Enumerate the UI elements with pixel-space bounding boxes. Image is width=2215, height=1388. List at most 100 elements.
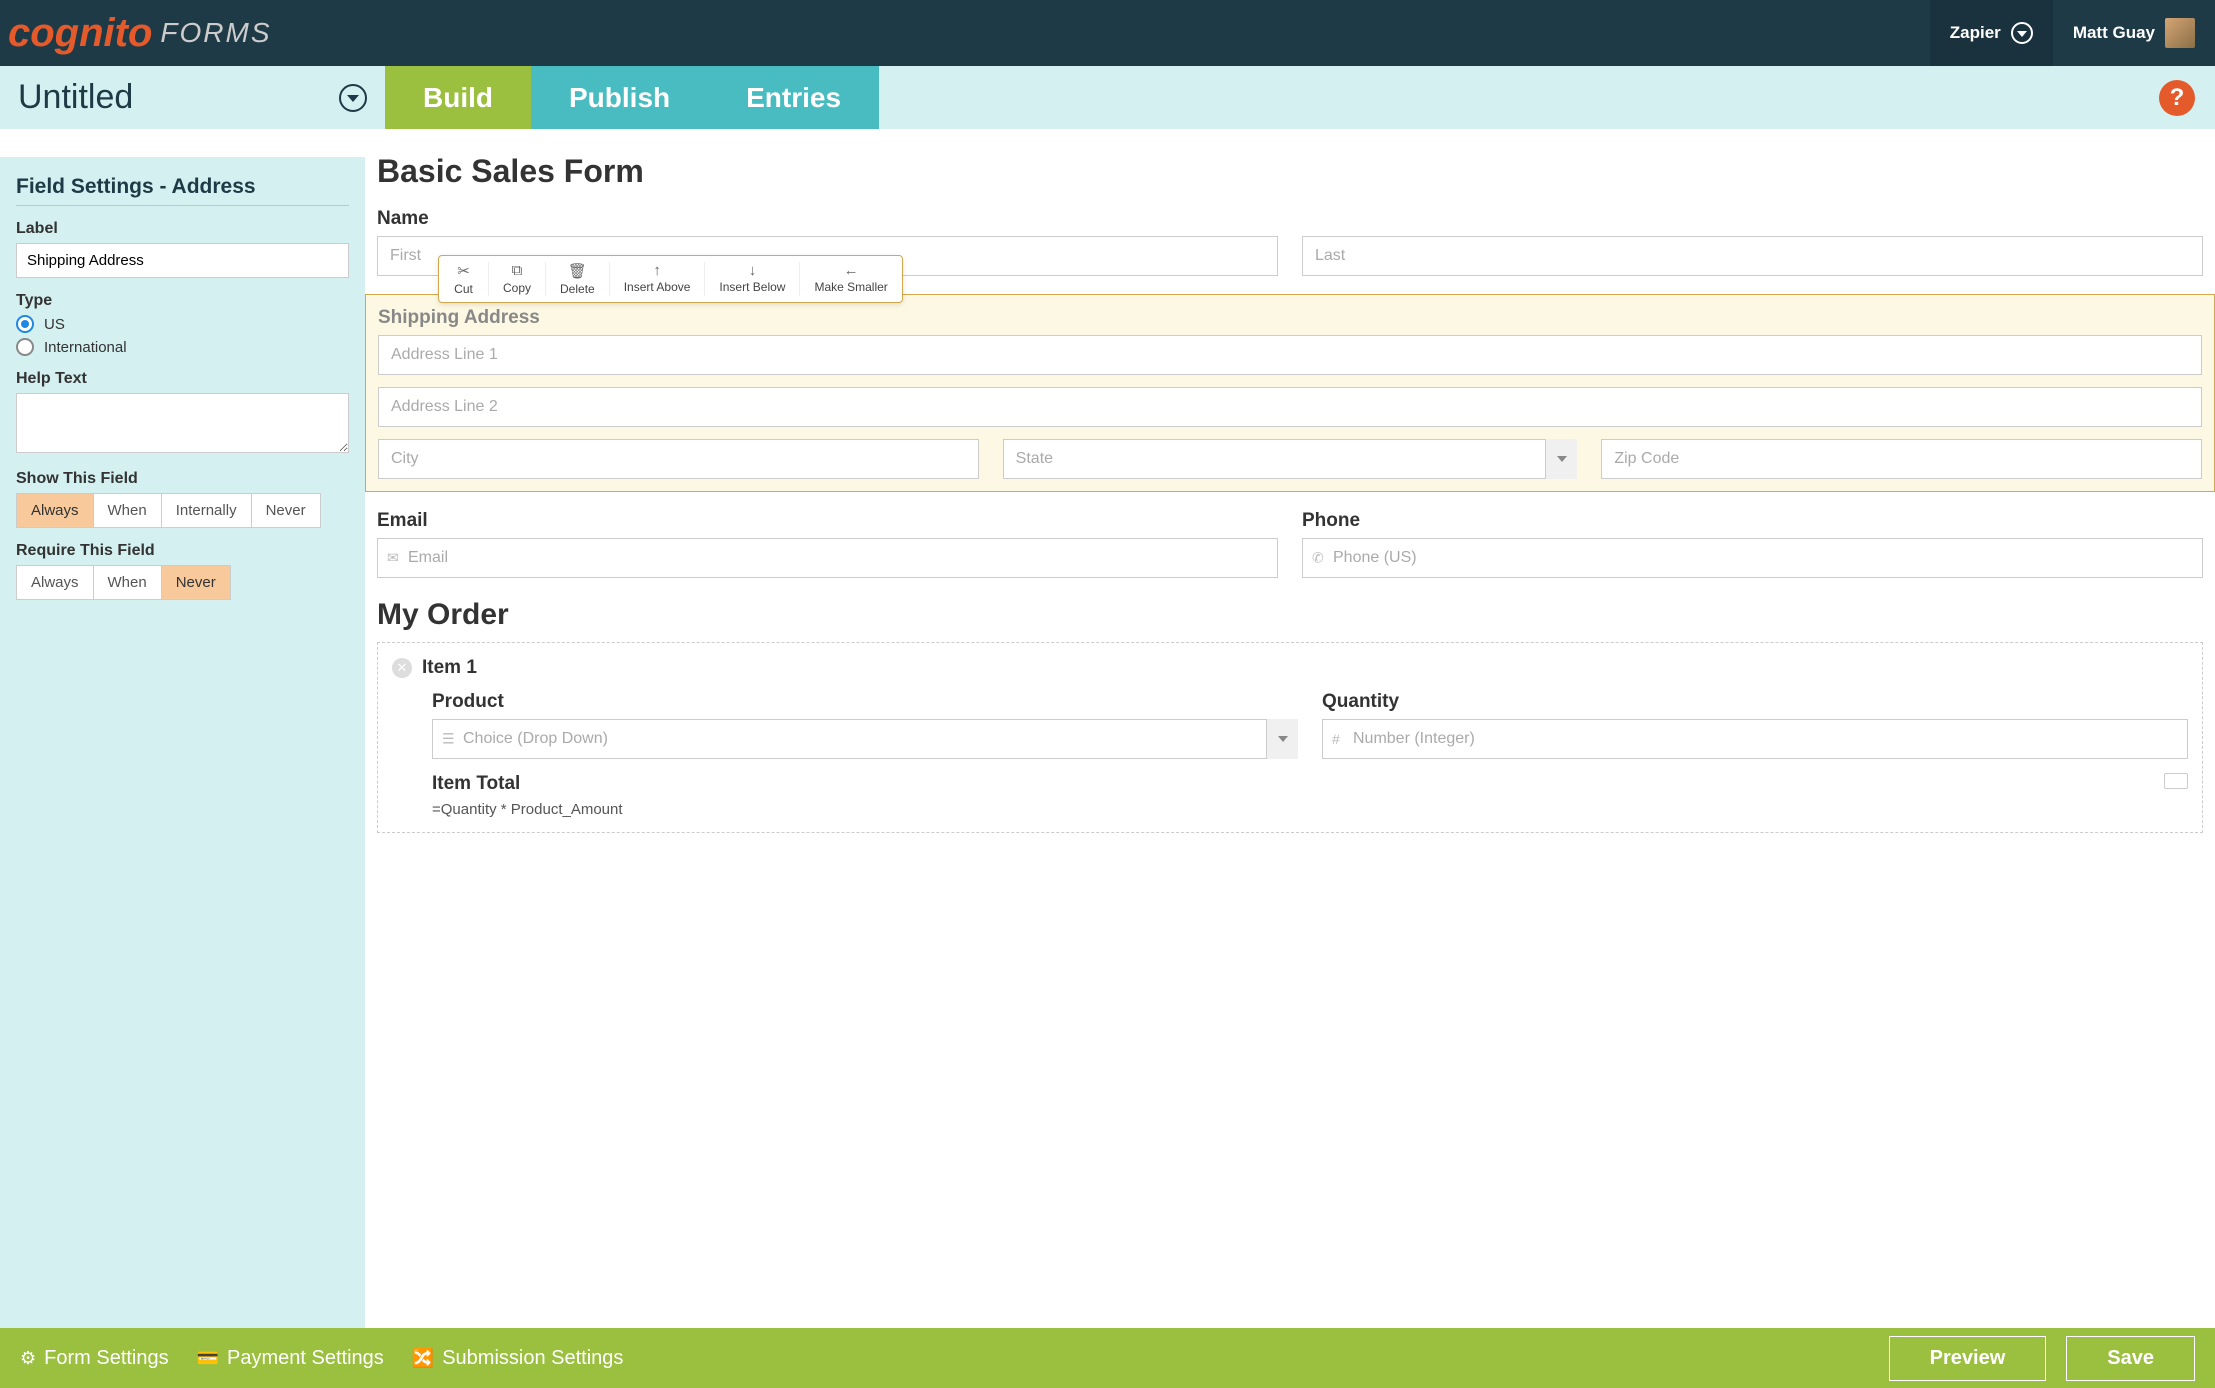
card-icon: 💳 [197,1348,219,1369]
require-field-heading: Require This Field [16,542,349,560]
require-never[interactable]: Never [162,565,231,600]
require-when[interactable]: When [94,565,162,600]
save-button[interactable]: Save [2066,1336,2195,1381]
ctx-make-smaller[interactable]: ←Make Smaller [800,262,901,296]
item-total-label: Item Total [432,773,623,795]
phone-icon: ✆ [1312,550,1324,567]
sidebar-title: Field Settings - Address [16,175,349,206]
phone-label: Phone [1302,510,2203,532]
radio-international[interactable]: International [16,338,349,356]
user-menu[interactable]: Matt Guay [2053,0,2215,66]
radio-us[interactable]: US [16,315,349,333]
form-title-area: Untitled [0,78,385,117]
logo-cognito: cognito [8,11,152,55]
envelope-icon: ✉ [387,550,399,567]
require-always[interactable]: Always [16,565,94,600]
shuffle-icon: 🔀 [412,1348,434,1369]
field-settings-panel: Field Settings - Address Label Type US I… [0,157,365,1328]
header-right: Zapier Matt Guay [1930,0,2215,66]
shipping-address-field[interactable]: ✂Cut ⧉Copy 🗑Delete ↑Insert Above ↓Insert… [365,294,2215,492]
type-heading: Type [16,292,349,310]
zip-input[interactable] [1601,439,2202,479]
payment-settings-link[interactable]: 💳 Payment Settings [197,1347,384,1370]
email-field[interactable]: Email ✉ [377,510,1278,578]
item-total-formula: =Quantity * Product_Amount [432,801,623,818]
ctx-copy[interactable]: ⧉Copy [489,262,546,296]
logo-forms: FORMS [160,17,271,49]
label-input[interactable] [16,243,349,278]
remove-item-button[interactable]: ✕ [392,658,412,678]
phone-field[interactable]: Phone ✆ [1302,510,2203,578]
copy-icon: ⧉ [512,262,523,279]
trash-icon: 🗑 [568,262,587,280]
help-text-heading: Help Text [16,370,349,388]
ctx-cut[interactable]: ✂Cut [439,262,489,296]
ctx-delete[interactable]: 🗑Delete [546,262,610,296]
product-select[interactable]: ☰ [432,719,1298,759]
product-input [432,719,1298,759]
form-dropdown-icon[interactable] [339,84,367,112]
radio-icon [16,338,34,356]
app-header: cognito FORMS Zapier Matt Guay [0,0,2215,66]
footer-bar: ⚙ Form Settings 💳 Payment Settings 🔀 Sub… [0,1328,2215,1388]
radio-us-label: US [44,316,65,333]
city-input[interactable] [378,439,979,479]
product-field[interactable]: Product ☰ [432,691,1298,759]
zapier-menu[interactable]: Zapier [1930,0,2053,66]
quantity-input[interactable] [1322,719,2188,759]
arrow-left-icon: ← [844,262,859,279]
show-field-group: Always When Internally Never [16,493,349,528]
phone-input[interactable] [1302,538,2203,578]
state-input [1003,439,1578,479]
chevron-down-icon [1266,719,1298,759]
address-line1-input[interactable] [378,335,2202,375]
email-phone-row: Email ✉ Phone ✆ [377,510,2203,578]
quantity-label: Quantity [1322,691,2188,713]
main-tabs: Build Publish Entries [385,66,879,129]
quantity-field[interactable]: Quantity # [1322,691,2188,759]
form-canvas: Basic Sales Form Name ✂Cut ⧉Copy 🗑Delete… [365,129,2215,1328]
show-internally[interactable]: Internally [162,493,252,528]
show-when[interactable]: When [94,493,162,528]
arrow-up-icon: ↑ [653,262,661,279]
tab-entries[interactable]: Entries [708,66,879,129]
form-settings-link[interactable]: ⚙ Form Settings [20,1347,169,1370]
label-heading: Label [16,220,349,238]
show-field-heading: Show This Field [16,470,349,488]
state-select[interactable] [1003,439,1578,479]
show-always[interactable]: Always [16,493,94,528]
body: Field Settings - Address Label Type US I… [0,129,2215,1328]
avatar [2165,18,2195,48]
zapier-label: Zapier [1950,23,2001,43]
preview-button[interactable]: Preview [1889,1336,2047,1381]
gear-icon: ⚙ [20,1348,36,1369]
order-section-title: My Order [377,598,2203,632]
last-name-input[interactable] [1302,236,2203,276]
tab-publish[interactable]: Publish [531,66,708,129]
user-name: Matt Guay [2073,23,2155,43]
ctx-insert-below[interactable]: ↓Insert Below [705,262,800,296]
address-line2-input[interactable] [378,387,2202,427]
card-icon [2164,773,2188,789]
order-repeat-section[interactable]: ✕ Item 1 Product ☰ [377,642,2203,833]
subheader: Untitled Build Publish Entries ? [0,66,2215,129]
email-label: Email [377,510,1278,532]
hash-icon: # [1332,731,1340,747]
require-field-group: Always When Never [16,565,349,600]
context-toolbar: ✂Cut ⧉Copy 🗑Delete ↑Insert Above ↓Insert… [438,255,903,303]
logo[interactable]: cognito FORMS [0,11,272,56]
radio-intl-label: International [44,339,127,356]
submission-settings-link[interactable]: 🔀 Submission Settings [412,1347,624,1370]
chevron-down-icon [1545,439,1577,479]
form-canvas-title: Basic Sales Form [377,153,2203,190]
show-never[interactable]: Never [252,493,321,528]
email-input[interactable] [377,538,1278,578]
tab-build[interactable]: Build [385,66,531,129]
shipping-label: Shipping Address [378,307,2202,329]
help-button[interactable]: ? [2159,80,2195,116]
radio-icon [16,315,34,333]
help-text-input[interactable] [16,393,349,453]
ctx-insert-above[interactable]: ↑Insert Above [610,262,706,296]
arrow-down-icon: ↓ [749,262,757,279]
scissors-icon: ✂ [457,262,470,280]
